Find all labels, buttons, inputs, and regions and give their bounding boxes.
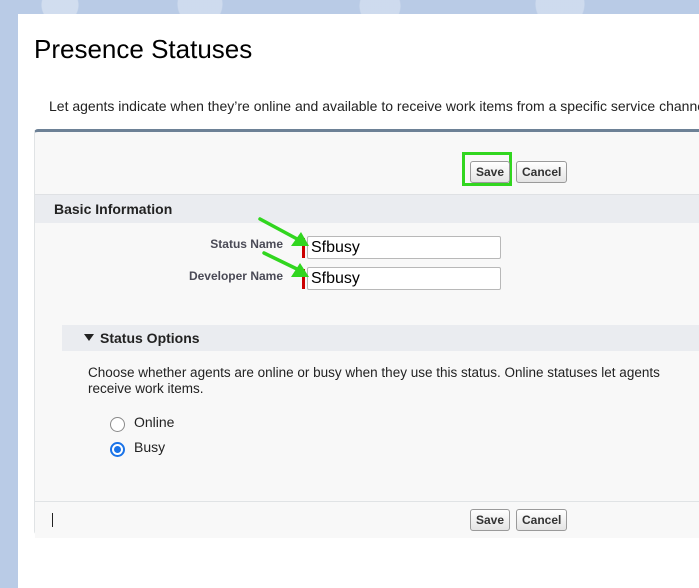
save-button-top[interactable]: Save bbox=[470, 161, 511, 183]
developer-name-input[interactable] bbox=[307, 267, 501, 290]
section-title: Basic Information bbox=[54, 201, 173, 217]
status-options-header[interactable]: Status Options bbox=[62, 325, 699, 351]
cancel-button-top[interactable]: Cancel bbox=[516, 161, 568, 183]
edit-form: Save Cancel Basic Information Status Nam… bbox=[34, 129, 699, 538]
text-caret bbox=[52, 513, 53, 527]
online-label: Online bbox=[134, 414, 175, 430]
page-title: Presence Statuses bbox=[34, 34, 253, 64]
developer-name-label: Developer Name bbox=[188, 269, 283, 283]
status-options-description: Choose whether agents are online or busy… bbox=[88, 365, 660, 396]
page-description: Let agents indicate when they’re online … bbox=[49, 98, 699, 114]
save-button-bottom[interactable]: Save bbox=[470, 509, 511, 531]
basic-information-header: Basic Information bbox=[35, 194, 699, 223]
form-footer: Save Cancel bbox=[35, 501, 699, 538]
cancel-button-bottom[interactable]: Cancel bbox=[516, 509, 568, 531]
online-radio[interactable] bbox=[110, 417, 125, 432]
busy-label: Busy bbox=[134, 439, 166, 455]
collapse-triangle-icon[interactable] bbox=[84, 334, 94, 341]
annotation-arrow-icon bbox=[258, 217, 309, 246]
busy-radio[interactable] bbox=[110, 442, 125, 457]
status-name-input[interactable] bbox=[307, 236, 501, 259]
page-container: Presence Statuses Let agents indicate wh… bbox=[18, 14, 699, 588]
status-name-label: Status Name bbox=[210, 237, 283, 251]
status-options-title: Status Options bbox=[100, 330, 200, 346]
annotation-arrow-icon bbox=[262, 251, 309, 277]
